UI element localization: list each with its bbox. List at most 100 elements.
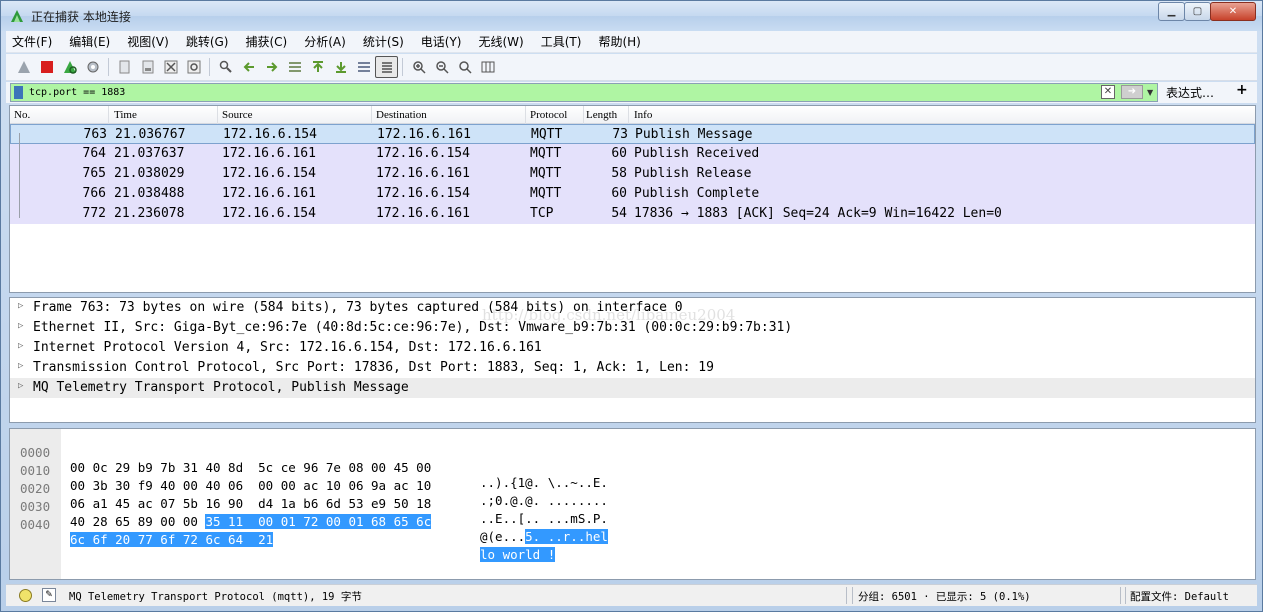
status-separator: [1125, 587, 1126, 604]
bytes-row[interactable]: 0000 00 0c 29 b9 7b 31 40 8d 5c ce 96 7e…: [10, 430, 608, 490]
status-profile[interactable]: 配置文件: Default: [1130, 589, 1229, 604]
menu-file[interactable]: 文件(F): [6, 33, 58, 50]
hex-bytes: 00 0c 29 b9 7b 31 40 8d 5c ce 96 7e 08 0…: [70, 460, 432, 475]
detail-tree-item[interactable]: ▷ Ethernet II, Src: Giga-Byt_ce:96:7e (4…: [10, 318, 1255, 338]
packet-length: 60: [611, 186, 627, 201]
close-file-icon[interactable]: [159, 56, 182, 78]
zoom-in-icon[interactable]: [407, 56, 430, 78]
normal-size-icon[interactable]: [453, 56, 476, 78]
maximize-button[interactable]: ▢: [1184, 2, 1211, 21]
column-divider[interactable]: [217, 106, 218, 124]
title-bar: 正在捕获 本地连接 ▁ ▢ ✕: [1, 1, 1262, 31]
column-divider[interactable]: [108, 106, 109, 124]
detail-tree-item[interactable]: ▷ Frame 763: 73 bytes on wire (584 bits)…: [10, 298, 1255, 318]
column-header-time[interactable]: Time: [114, 109, 137, 121]
zoom-out-icon[interactable]: [430, 56, 453, 78]
bytes-row[interactable]: 0030 40 28 65 89 00 00 35 11 00 01 72 00…: [10, 484, 608, 544]
expression-button[interactable]: 表达式…: [1166, 84, 1214, 101]
toolbar-separator: [402, 58, 403, 76]
packet-bytes: 0000 00 0c 29 b9 7b 31 40 8d 5c ce 96 7e…: [9, 428, 1256, 580]
column-header-length[interactable]: Length: [586, 109, 617, 121]
resize-columns-icon[interactable]: [476, 56, 499, 78]
menu-edit[interactable]: 编辑(E): [63, 33, 116, 50]
menu-capture[interactable]: 捕获(C): [239, 33, 293, 50]
packet-length: 73: [612, 127, 628, 142]
packet-row[interactable]: 763 21.036767 172.16.6.154 172.16.6.161 …: [10, 124, 1255, 144]
expand-triangle-icon[interactable]: ▷: [18, 341, 23, 351]
restart-icon[interactable]: [58, 56, 81, 78]
first-packet-icon[interactable]: [306, 56, 329, 78]
menu-analyze[interactable]: 分析(A): [298, 33, 352, 50]
expand-triangle-icon[interactable]: ▷: [18, 321, 23, 331]
bookmark-icon[interactable]: [14, 86, 23, 99]
conversation-bracket: [19, 133, 20, 218]
detail-text: Transmission Control Protocol, Src Port:…: [33, 360, 714, 375]
bytes-row[interactable]: 0010 00 3b 30 f9 40 00 40 06 00 00 ac 10…: [10, 448, 608, 508]
stop-icon[interactable]: [35, 56, 58, 78]
byte-offset: 0040: [20, 517, 51, 532]
detail-tree-item[interactable]: ▷ Transmission Control Protocol, Src Por…: [10, 358, 1255, 378]
colorize-icon[interactable]: [375, 56, 398, 78]
column-header-protocol[interactable]: Protocol: [530, 109, 567, 121]
last-packet-icon[interactable]: [329, 56, 352, 78]
menu-bar: 文件(F) 编辑(E) 视图(V) 跳转(G) 捕获(C) 分析(A) 统计(S…: [6, 31, 1257, 53]
column-divider[interactable]: [371, 106, 372, 124]
go-forward-icon[interactable]: [260, 56, 283, 78]
menu-help[interactable]: 帮助(H): [592, 33, 646, 50]
options-gear-icon[interactable]: [81, 56, 104, 78]
packet-info: Publish Message: [635, 127, 753, 142]
column-divider[interactable]: [583, 106, 584, 124]
column-divider[interactable]: [525, 106, 526, 124]
packet-row[interactable]: 765 21.038029 172.16.6.154 172.16.6.161 …: [10, 164, 1255, 184]
add-filter-button[interactable]: +: [1236, 82, 1248, 98]
menu-go[interactable]: 跳转(G): [180, 33, 235, 50]
status-separator: [846, 587, 847, 604]
open-file-icon[interactable]: [113, 56, 136, 78]
expert-info-icon[interactable]: [19, 589, 32, 602]
detail-text: Ethernet II, Src: Giga-Byt_ce:96:7e (40:…: [33, 320, 793, 335]
ascii-bytes: .;0.@.@. ........: [480, 493, 608, 508]
close-button[interactable]: ✕: [1210, 2, 1256, 21]
menu-telephony[interactable]: 电话(Y): [415, 33, 468, 50]
packet-list-header: No. Time Source Destination Protocol Len…: [10, 106, 1255, 124]
column-header-info[interactable]: Info: [634, 109, 652, 121]
reload-icon[interactable]: [182, 56, 205, 78]
display-filter-input[interactable]: [29, 85, 1089, 100]
packet-row[interactable]: 772 21.236078 172.16.6.154 172.16.6.161 …: [10, 204, 1255, 224]
ascii-bytes: @(e...5. ..r..hel: [480, 529, 608, 544]
expand-triangle-icon[interactable]: ▷: [18, 301, 23, 311]
detail-tree-item[interactable]: ▷ MQ Telemetry Transport Protocol, Publi…: [10, 378, 1255, 398]
save-icon[interactable]: [136, 56, 159, 78]
go-to-packet-icon[interactable]: [283, 56, 306, 78]
find-icon[interactable]: [214, 56, 237, 78]
packet-row[interactable]: 766 21.038488 172.16.6.161 172.16.6.154 …: [10, 184, 1255, 204]
menu-statistics[interactable]: 统计(S): [357, 33, 410, 50]
apply-filter-icon[interactable]: ➜: [1121, 85, 1143, 99]
edit-comment-icon[interactable]: ✎: [42, 588, 56, 602]
column-divider[interactable]: [628, 106, 629, 124]
bytes-row[interactable]: 0020 06 a1 45 ac 07 5b 16 90 d4 1a b6 6d…: [10, 466, 608, 526]
autoscroll-icon[interactable]: [352, 56, 375, 78]
ascii-bytes: lo world !: [480, 547, 556, 562]
minimize-button[interactable]: ▁: [1158, 2, 1185, 21]
column-header-destination[interactable]: Destination: [376, 109, 427, 121]
clear-filter-icon[interactable]: ✕: [1101, 85, 1115, 99]
filter-history-dropdown-icon[interactable]: ▼: [1147, 84, 1157, 101]
expand-triangle-icon[interactable]: ▷: [18, 361, 23, 371]
bytes-row[interactable]: 0040 6c 6f 20 77 6f 72 6c 64 21 lo world…: [10, 502, 556, 562]
packet-length: 60: [611, 146, 627, 161]
packet-info: Publish Release: [634, 166, 752, 181]
detail-text: Frame 763: 73 bytes on wire (584 bits), …: [33, 300, 683, 315]
window-controls: ▁ ▢ ✕: [1158, 2, 1256, 21]
shark-fin-start-icon[interactable]: [12, 56, 35, 78]
hex-bytes: 00 3b 30 f9 40 00 40 06 00 00 ac 10 06 9…: [70, 478, 432, 493]
detail-tree-item[interactable]: ▷ Internet Protocol Version 4, Src: 172.…: [10, 338, 1255, 358]
packet-row[interactable]: 764 21.037637 172.16.6.161 172.16.6.154 …: [10, 144, 1255, 164]
expand-triangle-icon[interactable]: ▷: [18, 381, 23, 391]
menu-wireless[interactable]: 无线(W): [473, 33, 530, 50]
column-header-source[interactable]: Source: [222, 109, 253, 121]
menu-view[interactable]: 视图(V): [121, 33, 175, 50]
menu-tools[interactable]: 工具(T): [535, 33, 588, 50]
go-back-icon[interactable]: [237, 56, 260, 78]
column-header-no[interactable]: No.: [14, 109, 30, 121]
